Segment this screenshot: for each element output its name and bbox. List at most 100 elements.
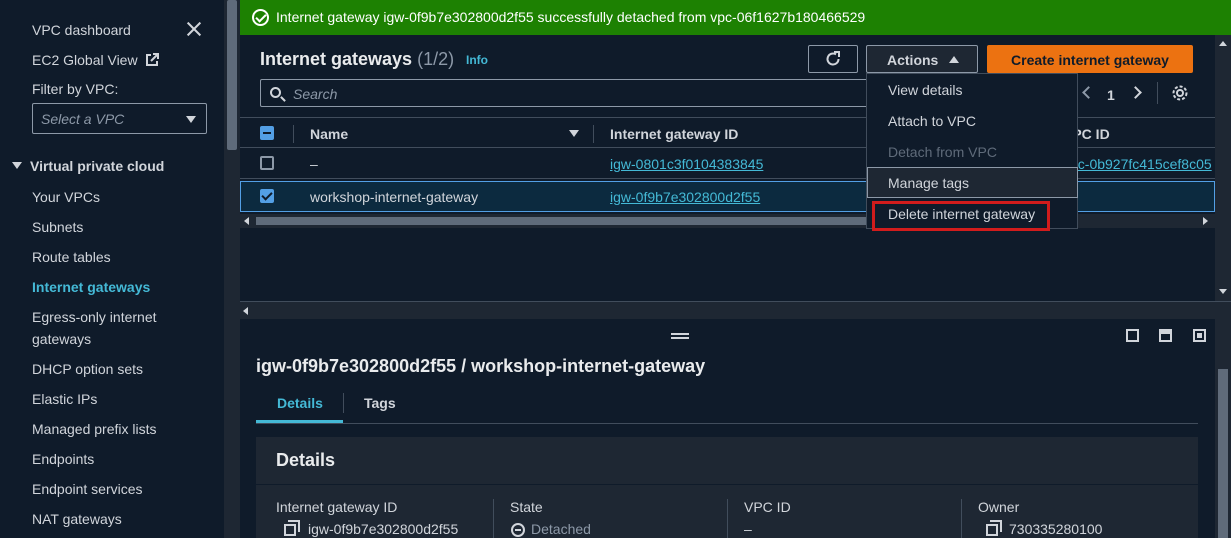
- caret-down-icon: [186, 116, 196, 123]
- sidebar-item-managed-prefix-lists[interactable]: Managed prefix lists: [32, 421, 157, 437]
- card-title: Details: [276, 450, 336, 470]
- layout-side-icon[interactable]: [1159, 329, 1172, 342]
- column-divider: [593, 125, 594, 143]
- actions-button[interactable]: Actions: [866, 45, 978, 73]
- field-value-state: Detached: [531, 521, 591, 537]
- scrollbar-thumb[interactable]: [256, 217, 866, 225]
- sidebar-item-route-tables[interactable]: Route tables: [32, 249, 111, 265]
- sidebar-section-virtual-private-cloud[interactable]: Virtual private cloud: [12, 158, 164, 174]
- tab-divider: [343, 393, 344, 413]
- divider: [1157, 82, 1158, 104]
- search-input[interactable]: Search: [260, 79, 870, 107]
- field-divider: [727, 499, 728, 538]
- field-divider: [493, 499, 494, 538]
- layout-full-icon[interactable]: [1193, 329, 1206, 342]
- page-title-text: Internet gateways: [260, 49, 413, 69]
- sidebar-item-endpoints[interactable]: Endpoints: [32, 451, 94, 467]
- field-value-vpc-id: –: [744, 521, 752, 537]
- copy-icon[interactable]: [986, 520, 1002, 536]
- column-header-internet-gateway-id[interactable]: Internet gateway ID: [610, 126, 738, 142]
- sidebar-item-your-vpcs[interactable]: Your VPCs: [32, 189, 100, 205]
- details-title: igw-0f9b7e302800d2f55 / workshop-interne…: [256, 356, 706, 376]
- scrollbar-thumb[interactable]: [1218, 369, 1228, 538]
- success-flash-banner: Internet gateway igw-0f9b7e302800d2f55 s…: [240, 0, 1231, 35]
- sidebar-item-internet-gateways[interactable]: Internet gateways: [32, 279, 150, 295]
- flash-message: Internet gateway igw-0f9b7e302800d2f55 s…: [276, 9, 866, 25]
- sidebar-item-label: EC2 Global View: [32, 52, 138, 68]
- selection-count: (1/2): [417, 49, 455, 69]
- cell-igw-id-link[interactable]: igw-0f9b7e302800d2f55: [610, 189, 760, 205]
- panel-vertical-scrollbar[interactable]: [1215, 35, 1231, 301]
- search-icon: [270, 87, 281, 98]
- sort-descending-icon[interactable]: [569, 130, 579, 137]
- scroll-up-arrow-icon[interactable]: [1219, 41, 1227, 46]
- menu-item-attach-to-vpc[interactable]: Attach to VPC: [888, 113, 976, 129]
- details-split-panel: igw-0f9b7e302800d2f55 / workshop-interne…: [240, 319, 1231, 538]
- caret-up-icon: [949, 56, 959, 63]
- close-icon[interactable]: [186, 21, 202, 37]
- tab-tags[interactable]: Tags: [364, 395, 396, 411]
- drag-handle-icon[interactable]: [671, 333, 689, 339]
- row-checkbox[interactable]: [260, 156, 274, 170]
- success-check-icon: [252, 9, 269, 26]
- chevron-right-icon[interactable]: [1129, 86, 1142, 99]
- column-header-name[interactable]: Name: [310, 126, 348, 142]
- main-content: Internet gateway igw-0f9b7e302800d2f55 s…: [240, 0, 1231, 538]
- sidebar-item-endpoint-services[interactable]: Endpoint services: [32, 481, 143, 497]
- sidebar-item-ec2-global-view[interactable]: EC2 Global View: [32, 52, 160, 68]
- actions-dropdown-menu: View details Attach to VPC Detach from V…: [866, 73, 1078, 231]
- menu-item-detach-from-vpc: Detach from VPC: [888, 144, 997, 160]
- field-value-internet-gateway-id: igw-0f9b7e302800d2f55: [308, 521, 459, 537]
- scroll-left-arrow-icon[interactable]: [244, 217, 249, 225]
- split-panel-divider[interactable]: [240, 301, 1231, 319]
- search-placeholder: Search: [293, 86, 338, 102]
- active-tab-indicator: [256, 420, 343, 423]
- field-label-state: State: [510, 499, 543, 515]
- page-number[interactable]: 1: [1107, 87, 1115, 103]
- scroll-right-arrow-icon[interactable]: [1203, 217, 1208, 225]
- field-label-owner: Owner: [978, 499, 1020, 515]
- cell-igw-id-link[interactable]: igw-0801c3f0104383845: [610, 156, 763, 172]
- sidebar-item-vpc-dashboard[interactable]: VPC dashboard: [32, 22, 131, 38]
- cell-name: workshop-internet-gateway: [310, 189, 479, 205]
- scrollbar-thumb[interactable]: [227, 0, 237, 150]
- gear-icon[interactable]: [1171, 84, 1189, 102]
- chevron-left-icon[interactable]: [1082, 86, 1095, 99]
- create-internet-gateway-button[interactable]: Create internet gateway: [987, 45, 1193, 73]
- sidebar-item-egress-only-internet-gateways-line2[interactable]: gateways: [32, 331, 91, 347]
- scroll-left-arrow-icon[interactable]: [243, 307, 248, 315]
- info-link[interactable]: Info: [466, 53, 488, 67]
- sidebar-item-elastic-ips[interactable]: Elastic IPs: [32, 391, 97, 407]
- layout-bottom-icon[interactable]: [1126, 329, 1139, 342]
- vpc-filter-placeholder: Select a VPC: [41, 111, 125, 127]
- external-link-icon: [146, 53, 160, 66]
- refresh-button[interactable]: [808, 45, 858, 73]
- select-all-checkbox[interactable]: [260, 126, 274, 140]
- sidebar-item-egress-only-internet-gateways[interactable]: Egress-only internet: [32, 309, 157, 325]
- create-button-label: Create internet gateway: [1011, 52, 1169, 68]
- section-label: Virtual private cloud: [30, 158, 165, 174]
- vpc-filter-select[interactable]: Select a VPC: [32, 103, 207, 134]
- page-vertical-scrollbar[interactable]: [1215, 319, 1231, 538]
- refresh-icon: [826, 51, 840, 66]
- copy-icon[interactable]: [284, 520, 300, 536]
- highlight-box: [872, 201, 1050, 231]
- sidebar-item-subnets[interactable]: Subnets: [32, 219, 83, 235]
- status-stopped-icon: [511, 523, 525, 537]
- details-card: Details Internet gateway ID igw-0f9b7e30…: [256, 437, 1198, 538]
- field-label-internet-gateway-id: Internet gateway ID: [276, 499, 398, 515]
- scroll-down-arrow-icon[interactable]: [1219, 289, 1227, 294]
- menu-item-manage-tags[interactable]: Manage tags: [888, 175, 969, 191]
- tabs-baseline: [256, 423, 1198, 424]
- tab-details[interactable]: Details: [277, 395, 323, 411]
- sidebar-item-dhcp-option-sets[interactable]: DHCP option sets: [32, 361, 143, 377]
- sidebar-scrollbar[interactable]: [224, 0, 240, 538]
- filter-label: Filter by VPC:: [32, 81, 119, 97]
- field-label-vpc-id: VPC ID: [744, 499, 791, 515]
- page-title: Internet gateways (1/2): [260, 49, 454, 70]
- cell-vpc-id-link[interactable]: vpc-0b927fc415cef8c05: [1063, 156, 1212, 172]
- sidebar-item-nat-gateways[interactable]: NAT gateways: [32, 511, 122, 527]
- menu-item-view-details[interactable]: View details: [888, 82, 962, 98]
- field-value-owner: 730335280100: [1009, 521, 1103, 537]
- row-checkbox-checked[interactable]: [260, 189, 274, 203]
